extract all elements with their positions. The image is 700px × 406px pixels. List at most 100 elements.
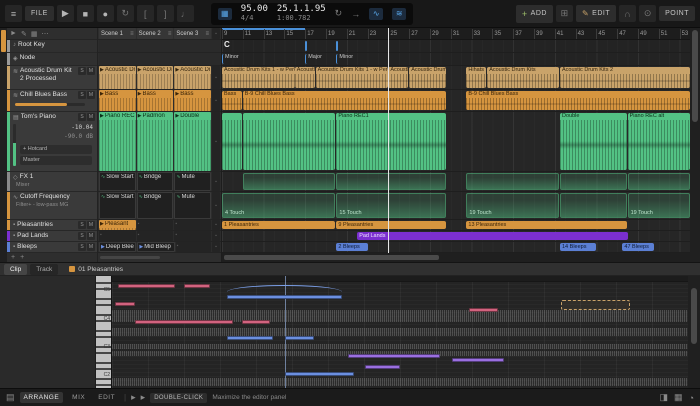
scrollbar-thumb[interactable] [691, 288, 697, 344]
grid-icon[interactable]: ⊞ [556, 5, 573, 22]
arranger-lane-piano[interactable]: Piano REC1 DoublePiano REC alt [222, 112, 690, 172]
midi-note[interactable] [135, 320, 233, 324]
loop-toggle-icon[interactable]: ↻ [117, 5, 134, 22]
solo-button[interactable]: S [78, 221, 86, 229]
midi-note[interactable] [348, 354, 440, 358]
arranger-clip[interactable]: Hihats [466, 67, 486, 88]
keyboard-icon[interactable]: ▤ [6, 392, 15, 403]
arranger-clip[interactable]: 9 Pleasantries [336, 221, 445, 229]
arranger-clip[interactable]: Acoustic Drum Kits 1 - w Perc [222, 67, 295, 88]
song-position[interactable]: 25.1.1.95 [277, 5, 326, 14]
track-stop-button[interactable]: ▪ [212, 90, 220, 111]
punch-in-icon[interactable]: [ [137, 5, 154, 22]
launcher-slot-empty[interactable]: ▪ [137, 231, 174, 241]
launcher-clip[interactable]: ▶Bass [174, 90, 211, 111]
fold-tracks-icon[interactable]: ▦ [31, 30, 38, 38]
launcher-clip[interactable]: ▶Double [174, 112, 211, 171]
arranger-clip[interactable]: Piano REC1 [336, 113, 445, 170]
send-hotcard[interactable]: + Hotcard [20, 145, 92, 154]
track-stop-button[interactable]: ▪ [212, 112, 220, 171]
tab-arrange[interactable]: ARRANGE [20, 392, 64, 403]
track-stop-button[interactable]: ▪ [212, 231, 220, 241]
editor-note-grid[interactable] [112, 276, 688, 389]
midi-note[interactable] [242, 320, 271, 324]
arranger-timeline[interactable]: 9111315171921232527293133353739414345474… [222, 28, 690, 262]
scene-2-header[interactable]: Scene 2≡ [137, 28, 174, 39]
stop-all-clips-button[interactable]: ▪ [212, 28, 220, 39]
browser-toggle-icon[interactable]: ▦ [674, 392, 683, 403]
tempo-value[interactable]: 95.00 [241, 5, 268, 14]
time-signature[interactable]: 4/4 [241, 14, 268, 23]
arranger-lane-bleeps[interactable]: 2 Bleeps14 Bleeps47 Bleeps [222, 242, 690, 253]
tab-track[interactable]: Track [30, 264, 58, 275]
add-instrument-track-button[interactable]: + [11, 254, 15, 261]
punch-out-icon[interactable]: ] [157, 5, 174, 22]
solo-button[interactable]: S [78, 113, 86, 121]
menu-icon[interactable]: ≡ [5, 5, 22, 22]
launcher-clip[interactable]: ∿Bridge [137, 172, 174, 191]
output-master[interactable]: Master [20, 156, 92, 165]
arranger-clip[interactable]: Piano REC alt [628, 113, 690, 170]
song-time[interactable]: 1:00.782 [277, 14, 326, 23]
arranger-clip[interactable]: Acoustic D [388, 67, 408, 88]
edit-button[interactable]: ✎EDIT [576, 5, 616, 22]
arranger-clip[interactable]: 14 Bleeps [560, 243, 596, 251]
arranger-clip[interactable]: C [222, 41, 243, 51]
magnet-icon[interactable]: ∩ [619, 5, 636, 22]
volume-mini-fader[interactable] [15, 103, 85, 106]
arranger-loop-icon[interactable]: ↻ [335, 8, 343, 19]
arranger-clip[interactable]: Acoustic Drum Kits 2 [560, 67, 690, 88]
midi-note[interactable] [227, 336, 273, 340]
midi-note[interactable] [227, 295, 342, 299]
mute-button[interactable]: M [87, 113, 95, 121]
launcher-clip[interactable]: ▶Deep Bleep [99, 242, 136, 252]
launcher-slot-empty[interactable]: ▪ [99, 231, 136, 241]
launcher-clip[interactable]: ▶Pleasant [99, 220, 136, 230]
track-acoustic-drums[interactable]: ≋ Acoustic Drum Kit 2 Processed SM [7, 66, 97, 90]
horizontal-scrollbar[interactable] [222, 253, 690, 262]
more-options-icon[interactable]: ⋯ [41, 30, 48, 38]
arranger-lane-fx1[interactable] [222, 172, 690, 192]
launcher-clip[interactable]: ∿Bridge [137, 192, 174, 219]
solo-button[interactable]: S [78, 243, 86, 251]
launcher-slot-empty[interactable]: ▪ [176, 242, 211, 252]
launcher-slot-empty[interactable]: ▪ [174, 220, 211, 230]
arranger-clip[interactable]: B-9 Chill Blues Bass [466, 91, 690, 110]
arranger-clip[interactable]: Minor [336, 54, 367, 64]
arranger-clip[interactable] [336, 41, 338, 51]
selection-ghost[interactable] [561, 300, 630, 310]
tab-mix[interactable]: MIX [68, 392, 89, 403]
arranger-clip[interactable]: B-9 Chill Blues Bass [243, 91, 446, 110]
panel-toggle-icon[interactable]: ◨ [660, 392, 669, 403]
midi-note[interactable] [469, 308, 498, 312]
pointer-tool-icon[interactable]: ► [10, 30, 17, 37]
launcher-clip[interactable]: ▶Bass [99, 90, 136, 111]
launcher-slot-empty[interactable]: ▪ [137, 220, 174, 230]
arranger-clip[interactable]: 2 Bleeps [336, 243, 367, 251]
launcher-clip[interactable]: ∿Slow Start [99, 172, 136, 191]
arranger-clip[interactable]: 4 Touch [222, 193, 335, 218]
record-button[interactable]: ● [97, 5, 114, 22]
arranger-clip[interactable]: Acoustic Drum Kits 1 - w Perc [316, 67, 389, 88]
launcher-clip[interactable]: ∿Slow Start [99, 192, 136, 219]
mute-button[interactable]: M [87, 232, 95, 240]
arranger-lane-bass[interactable]: BassB-9 Chill Blues BassB-9 Chill Blues … [222, 90, 690, 112]
launcher-scrollbar[interactable] [98, 253, 221, 262]
arranger-clip[interactable]: Major [305, 54, 335, 64]
arranger-clip[interactable]: Double [560, 113, 627, 170]
tab-clip[interactable]: Clip [4, 264, 27, 275]
point-tool-button[interactable]: POINT [659, 6, 695, 21]
midi-note[interactable] [115, 302, 135, 306]
arranger-clip[interactable]: 15 Touch [336, 193, 445, 218]
launcher-clip[interactable]: ▶Bass [137, 90, 174, 111]
track-pad-lands[interactable]: ▪ Pad Lands SM [7, 231, 97, 242]
track-stop-button[interactable]: ▪ [212, 172, 220, 191]
launcher-clip[interactable]: ∿Mute [174, 172, 211, 191]
expand-icon[interactable]: ▸ [141, 392, 146, 403]
file-button[interactable]: FILE [25, 6, 54, 21]
midi-note[interactable] [118, 284, 176, 288]
arranger-clip[interactable]: 19 Touch [466, 193, 559, 218]
arranger-lane-cutoff[interactable]: 4 Touch15 Touch19 Touch19 Touch [222, 192, 690, 220]
vertical-scrollbar[interactable] [690, 28, 700, 262]
arranger-clip[interactable]: Acoustic Drum Kits [487, 67, 559, 88]
